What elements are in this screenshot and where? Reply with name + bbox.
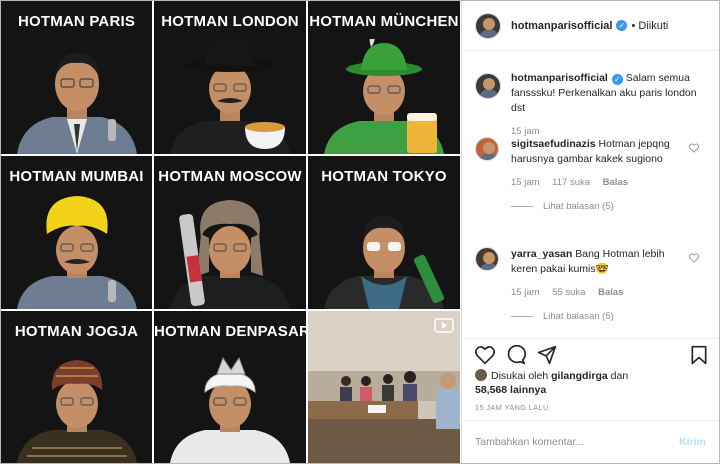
header-username[interactable]: hotmanparisofficial <box>511 20 612 32</box>
portrait-blangkon <box>16 360 137 463</box>
portrait-udeng <box>170 356 290 463</box>
tile-hotman-paris: HOTMAN PARIS <box>1 1 152 154</box>
comment-likes[interactable]: 55 suka <box>552 287 585 298</box>
tile-hotman-mumbai: HOTMAN MUMBAI <box>1 156 152 309</box>
likes-connector: dan <box>610 370 629 382</box>
tile-meeting-photo[interactable] <box>308 311 460 463</box>
likes-prefix: Disukai oleh <box>491 370 549 382</box>
caption-username[interactable]: hotmanparisofficial <box>511 72 608 84</box>
comment-username[interactable]: yarra_yasan <box>511 248 572 260</box>
tile-title: HOTMAN MÜNCHEN <box>309 13 459 30</box>
post-header: hotmanparisofficial ✓ • Diikuti <box>462 1 719 51</box>
follow-status[interactable]: • Diikuti <box>631 20 668 32</box>
tile-hotman-tokyo: HOTMAN TOKYO <box>308 156 460 309</box>
liker-username[interactable]: gilangdirga <box>551 370 608 382</box>
heart-icon[interactable] <box>689 253 699 263</box>
portrait-suit <box>16 53 137 154</box>
likes-suffix[interactable]: lainnya <box>510 384 546 396</box>
video-icon <box>434 318 454 333</box>
tile-title: HOTMAN LONDON <box>161 13 299 30</box>
post-image-grid[interactable]: HOTMAN PARIS HOTMAN LONDON HOTMAN MÜNCHE… <box>1 1 460 463</box>
comment-icon[interactable] <box>506 345 526 365</box>
liker-avatar <box>475 369 487 381</box>
comments-list[interactable]: hotmanparisofficial ✓ Salam semua fansssk… <box>475 59 709 325</box>
verified-badge-icon: ✓ <box>611 74 623 85</box>
add-comment-bar: Kirim <box>462 420 719 462</box>
view-replies-button[interactable]: Lihat balasan (5) <box>511 201 709 212</box>
tile-title: HOTMAN MUMBAI <box>9 168 144 185</box>
comment-input[interactable] <box>475 435 680 448</box>
heart-icon[interactable] <box>689 143 699 153</box>
comment-item: yarra_yasan Bang Hotman lebih keren paka… <box>475 235 709 325</box>
portrait-scarf <box>324 216 445 309</box>
meeting-photo <box>308 311 460 463</box>
comment-item: sigitsaefudinazis Hotman jepqng harusnya… <box>475 135 709 235</box>
tile-title: HOTMAN JOGJA <box>14 323 139 340</box>
likes-summary: Disukai oleh gilangdirga dan 58,568 lain… <box>475 369 709 397</box>
tile-title: HOTMAN DENPASAR <box>154 323 306 340</box>
tile-hotman-london: HOTMAN LONDON <box>154 1 306 154</box>
portrait-turban <box>16 196 137 309</box>
tile-hotman-moscow: HOTMAN MOSCOW <box>154 156 306 309</box>
post-detail-panel: hotmanparisofficial ✓ • Diikuti hotmanpa… <box>461 1 719 463</box>
tile-title: HOTMAN PARIS <box>17 13 136 30</box>
reply-button[interactable]: Balas <box>598 287 623 298</box>
like-heart-icon[interactable] <box>475 345 495 365</box>
tile-hotman-munchen: HOTMAN MÜNCHEN <box>308 1 460 154</box>
bookmark-icon[interactable] <box>689 345 709 365</box>
tile-title: HOTMAN TOKYO <box>321 168 447 185</box>
verified-badge-icon: ✓ <box>616 20 628 31</box>
avatar[interactable] <box>475 12 501 39</box>
portrait-green-hat <box>324 39 444 154</box>
portrait-fur-hat <box>170 200 290 309</box>
comment-username[interactable]: sigitsaefudinazis <box>511 138 596 150</box>
reply-button[interactable]: Balas <box>603 177 628 188</box>
share-icon[interactable] <box>537 345 557 365</box>
comment-time: 15 jam <box>511 287 540 298</box>
post-comment-button[interactable]: Kirim <box>679 436 706 448</box>
post-actions <box>462 338 719 368</box>
portrait-bowler-hat <box>170 39 290 154</box>
comment-likes[interactable]: 117 suka <box>552 177 590 188</box>
tile-hotman-denpasar: HOTMAN DENPASAR <box>154 311 306 463</box>
post-timestamp: 15 JAM YANG LALU <box>475 403 549 412</box>
likes-count[interactable]: 58,568 <box>475 384 507 396</box>
view-replies-button[interactable]: Lihat balasan (5) <box>511 311 709 322</box>
caption: hotmanparisofficial ✓ Salam semua fansssk… <box>475 59 709 137</box>
avatar[interactable] <box>475 247 499 271</box>
avatar[interactable] <box>475 137 499 161</box>
avatar[interactable] <box>475 73 501 99</box>
tile-hotman-jogja: HOTMAN JOGJA <box>1 311 152 463</box>
tile-title: HOTMAN MOSCOW <box>158 168 302 185</box>
comment-time: 15 jam <box>511 177 540 188</box>
